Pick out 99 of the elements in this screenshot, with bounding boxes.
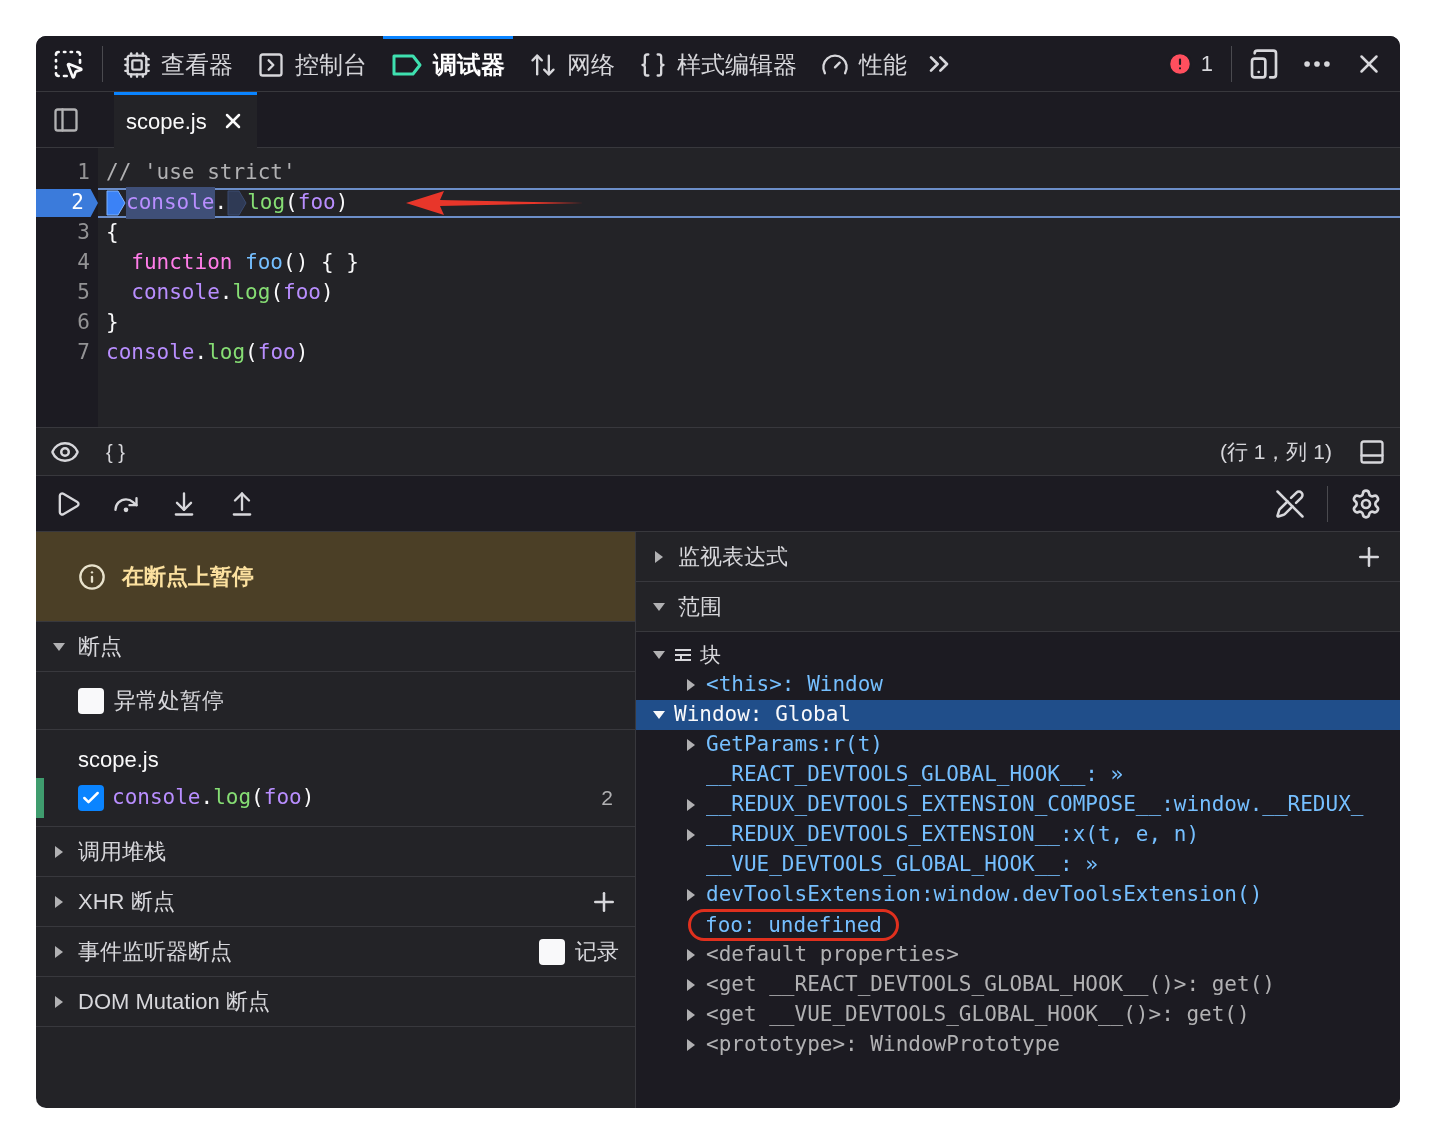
error-count[interactable]: 1 [1200, 47, 1213, 80]
code-token: } [106, 309, 119, 337]
line-number[interactable]: 4 [77, 249, 98, 277]
scope-row[interactable]: __REDUX_DEVTOOLS_EXTENSION__:x(t, e, n) [636, 820, 1400, 850]
code-token: ) [321, 279, 334, 307]
code-token: () { } [283, 249, 359, 277]
code-token: function [130, 249, 233, 277]
chip-icon [123, 51, 151, 79]
scope-variable: <get __REACT_DEVTOOLS_GLOBAL_HOOK__()>: get() [706, 971, 1275, 999]
sidebar-toggle-icon[interactable] [52, 105, 80, 134]
cursor-position: (行 1，列 1) [1220, 438, 1332, 465]
code-token: // 'use strict' [106, 159, 296, 187]
code-token: console [106, 339, 195, 367]
line-number[interactable]: 1 [77, 159, 98, 187]
scope-variable: __REDUX_DEVTOOLS_EXTENSION__:x(t, e, n) [706, 821, 1200, 849]
paused-banner: 在断点上暂停 [36, 532, 635, 622]
code-token: log [213, 784, 252, 812]
code-token: ) [295, 339, 309, 367]
settings-icon[interactable] [1350, 487, 1382, 520]
code-token: log [232, 279, 271, 307]
code-token: ( [270, 279, 284, 307]
code-token: ( [251, 784, 264, 812]
code-token: . [219, 279, 233, 307]
code-token: . [200, 784, 214, 812]
source-tab[interactable]: scope.js [114, 91, 257, 148]
scope-row[interactable]: __REACT_DEVTOOLS_GLOBAL_HOOK__: » [636, 760, 1400, 790]
code-token: foo [257, 339, 296, 367]
section-header[interactable]: 事件监听器断点 记录 [36, 927, 635, 977]
scope-row[interactable]: 块 [636, 640, 1400, 670]
code-token: ( [245, 339, 258, 367]
checkbox[interactable] [78, 687, 104, 714]
code-token: . [194, 339, 208, 367]
scope-row[interactable]: <default properties> [636, 940, 1400, 970]
code-token: log [247, 189, 286, 217]
code-token: console [112, 784, 201, 812]
scope-row[interactable]: foo: undefined [636, 910, 1400, 940]
line-number[interactable]: 5 [77, 279, 98, 307]
scope-variable: <prototype>: WindowPrototype [706, 1031, 1060, 1059]
code-token: { [106, 219, 119, 247]
terminal-icon [257, 51, 285, 79]
scope-variable: <get __VUE_DEVTOOLS_GLOBAL_HOOK__()>: get() [706, 1001, 1250, 1029]
checkbox-label: 记录 [575, 938, 619, 966]
section-header[interactable]: 调用堆栈 [36, 827, 635, 877]
scope-variable: <default properties> [706, 941, 959, 969]
scope-row[interactable]: devToolsExtension:window.devToolsExtension() [636, 880, 1400, 910]
code-token: ) [335, 189, 349, 217]
code-token: log [207, 339, 246, 367]
section-header[interactable]: XHR 断点 [36, 877, 635, 927]
line-number[interactable]: 3 [77, 219, 98, 247]
scope-variable: 块 [700, 641, 721, 668]
checkbox[interactable] [539, 938, 565, 965]
toolbar-tab[interactable]: 网络 [521, 36, 623, 92]
code-token: ( [285, 189, 298, 217]
code-token: . [214, 189, 228, 217]
scope-row[interactable]: <prototype>: WindowPrototype [636, 1030, 1400, 1060]
scope-row[interactable]: <get __VUE_DEVTOOLS_GLOBAL_HOOK__()>: get() [636, 1000, 1400, 1030]
toolbar-tab[interactable]: 查看器 [115, 36, 241, 92]
scope-row[interactable]: <get __REACT_DEVTOOLS_GLOBAL_HOOK__()>: get() [636, 970, 1400, 1000]
breakpoint-file: scope.js [77, 745, 159, 774]
scope-variable: foo: undefined [688, 909, 899, 941]
scope-row[interactable]: __REDUX_DEVTOOLS_EXTENSION_COMPOSE__:window.__REDUX_ [636, 790, 1400, 820]
disable-breakpoints-icon[interactable] [1275, 488, 1305, 519]
checkbox-label: 异常处暂停 [114, 687, 224, 715]
scope-variable: __REDUX_DEVTOOLS_EXTENSION_COMPOSE__:window.__REDUX_ [706, 791, 1364, 819]
scope-variable: Window: Global [674, 701, 851, 729]
line-number[interactable]: 2 [36, 189, 98, 217]
scope-row[interactable]: __VUE_DEVTOOLS_GLOBAL_HOOK__: » [636, 850, 1400, 880]
scope-variable: devToolsExtension:window.devToolsExtension() [706, 881, 1263, 909]
scope-variable: __VUE_DEVTOOLS_GLOBAL_HOOK__: » [706, 851, 1098, 879]
scope-row[interactable]: Window: Global [636, 700, 1400, 730]
responsive-design-icon[interactable] [1248, 47, 1280, 80]
info-icon [78, 562, 106, 591]
line-number[interactable]: 7 [77, 339, 98, 367]
pretty-print-button[interactable]: { } [106, 436, 125, 467]
braces-icon [639, 51, 667, 79]
section-header[interactable]: DOM Mutation 断点 [36, 977, 635, 1027]
line-number[interactable]: 6 [77, 309, 98, 337]
code-token: foo [263, 784, 302, 812]
toolbar-tab[interactable]: 性能 [813, 36, 915, 92]
scope-variable: __REACT_DEVTOOLS_GLOBAL_HOOK__: » [706, 761, 1124, 789]
scope-row[interactable]: <this>: Window [636, 670, 1400, 700]
scope-variable: GetParams:r(t) [706, 731, 883, 759]
panel-toggle-icon[interactable] [1358, 437, 1386, 466]
code-token: foo [283, 279, 321, 307]
checkbox[interactable] [78, 785, 104, 811]
scope-variable: <this>: Window [706, 671, 883, 699]
tag-icon [391, 53, 423, 77]
section-header[interactable]: 监视表达式 [636, 532, 1400, 582]
code-token: foo [244, 249, 283, 277]
block-icon [674, 648, 692, 662]
toolbar-tab[interactable]: 样式编辑器 [631, 36, 805, 92]
scope-row[interactable]: GetParams:r(t) [636, 730, 1400, 760]
toolbar-tab[interactable]: 控制台 [249, 36, 375, 92]
breakpoint-line: 2 [601, 785, 613, 812]
code-token: console [126, 187, 215, 219]
section-header[interactable]: 断点 [36, 622, 635, 672]
code-token: ) [301, 784, 315, 812]
code-token: console [130, 279, 220, 307]
code-token: foo [297, 189, 336, 217]
